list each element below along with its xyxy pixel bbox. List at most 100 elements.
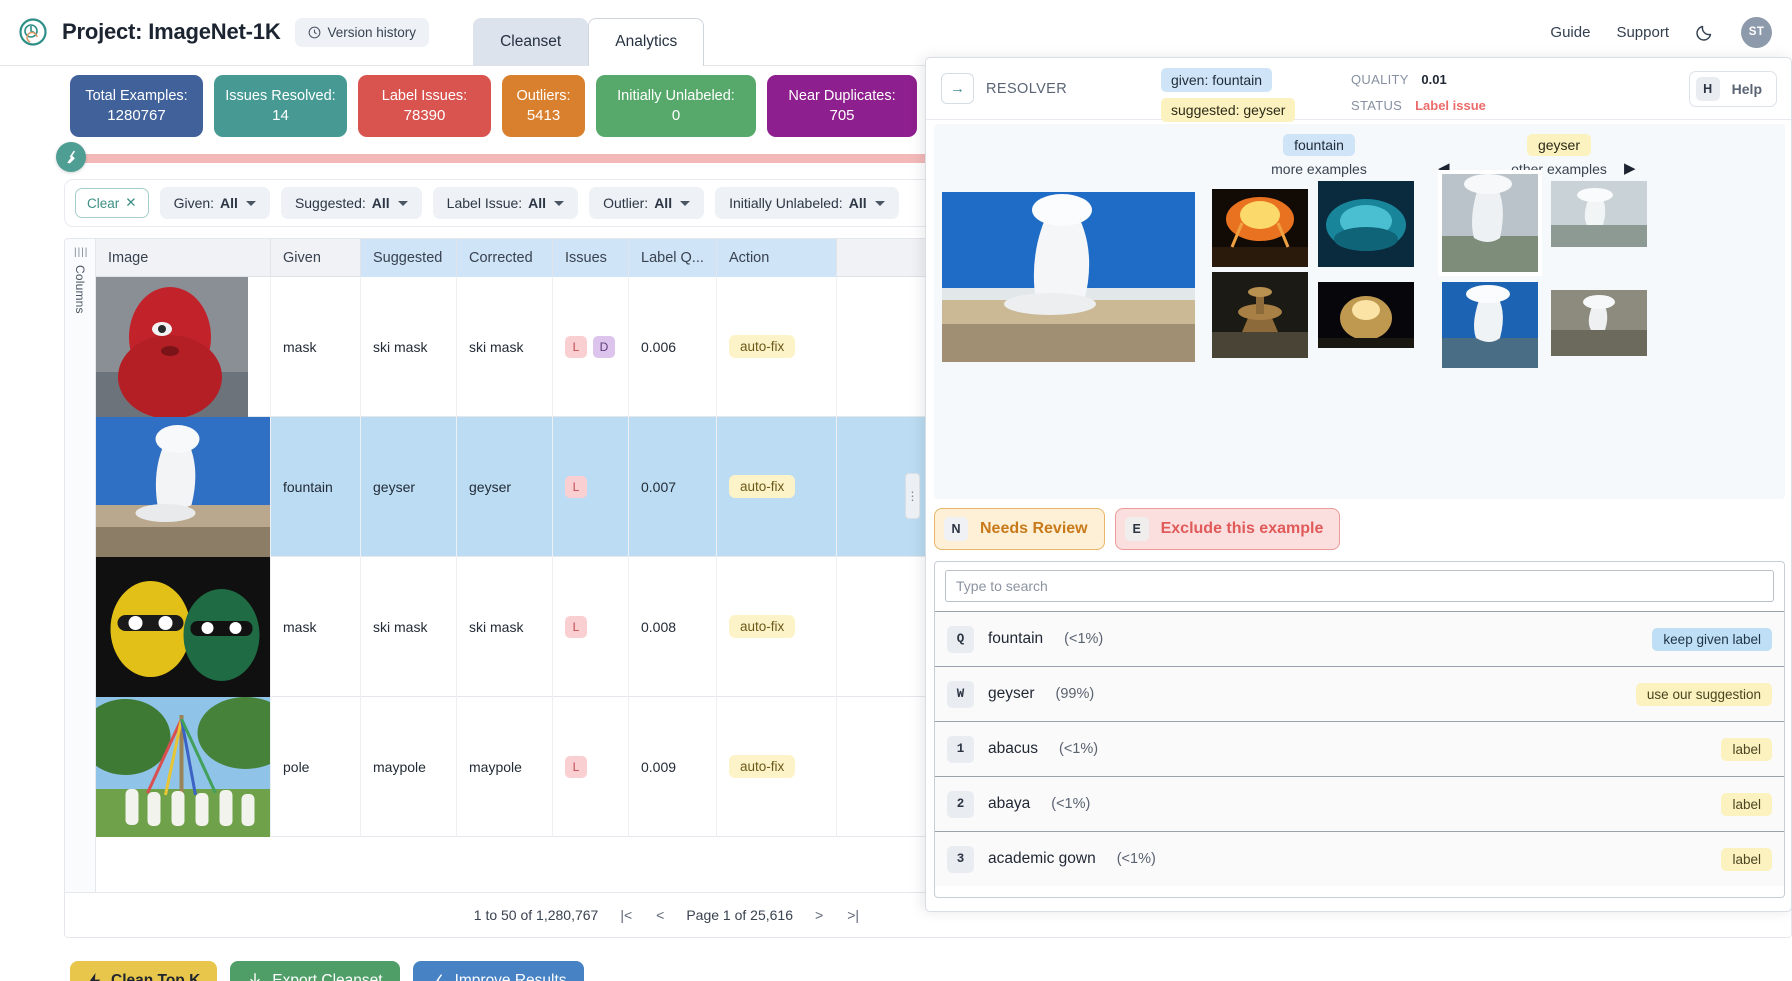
use-suggestion-tag[interactable]: use our suggestion <box>1636 683 1772 706</box>
thumbnail-geyser <box>96 417 270 557</box>
label-confidence: (<1%) <box>1064 631 1103 647</box>
gallery-thumb-geyser-2[interactable] <box>1551 181 1647 247</box>
auto-fix-button[interactable]: auto-fix <box>729 755 795 778</box>
guide-link[interactable]: Guide <box>1550 24 1590 41</box>
panel-resize-handle[interactable]: ⋮ <box>905 473 920 519</box>
label-name: academic gown <box>988 850 1096 868</box>
bolt-icon <box>87 973 102 981</box>
cell-issues: L <box>553 417 629 557</box>
search-container <box>935 562 1784 611</box>
broom-icon <box>430 973 446 981</box>
cell-corrected: geyser <box>457 417 553 557</box>
column-header-suggested[interactable]: Suggested <box>361 239 457 277</box>
list-item[interactable]: 1 abacus (<1%) label <box>935 721 1784 776</box>
filter-label-issue[interactable]: Label Issue: All <box>433 187 578 219</box>
gallery-given-chip: fountain <box>1283 134 1355 156</box>
gallery-thumb-fountain-1[interactable] <box>1212 189 1308 267</box>
gallery-suggested-chip: geyser <box>1527 134 1591 156</box>
gallery-thumb-fountain-3[interactable] <box>1212 272 1308 358</box>
version-history-button[interactable]: Version history <box>295 18 430 47</box>
cell-issues: L D <box>553 277 629 417</box>
cell-image <box>96 277 271 417</box>
stat-card-total-examples: Total Examples: 1280767 <box>70 75 203 137</box>
export-cleanset-button[interactable]: Export Cleanset <box>230 961 399 981</box>
triangle-right-icon[interactable]: ▶ <box>1624 159 1636 177</box>
label-confidence: (<1%) <box>1059 741 1098 757</box>
moon-icon[interactable] <box>1695 22 1715 42</box>
filter-initially-unlabeled[interactable]: Initially Unlabeled: All <box>715 187 899 219</box>
exclude-shortcut-key: E <box>1125 517 1149 541</box>
label-tag[interactable]: label <box>1721 793 1772 816</box>
top-bar-left: Project: ImageNet-1K Version history Cle… <box>0 0 704 65</box>
thumbnail-maypole <box>96 697 270 837</box>
top-bar-right: Guide Support ST <box>1550 0 1792 65</box>
clear-filters-button[interactable]: Clear ✕ <box>75 188 149 218</box>
gallery-thumb-geyser-4[interactable] <box>1551 290 1647 356</box>
column-header-given[interactable]: Given <box>271 239 361 277</box>
gallery-hero-image[interactable] <box>942 192 1195 362</box>
exclude-example-button[interactable]: E Exclude this example <box>1115 508 1341 550</box>
resolver-header: → RESOLVER given: fountain suggested: ge… <box>926 58 1791 120</box>
avatar[interactable]: ST <box>1741 17 1772 48</box>
chevron-down-icon <box>680 201 690 206</box>
auto-fix-button[interactable]: auto-fix <box>729 335 795 358</box>
label-tag[interactable]: label <box>1721 738 1772 761</box>
filter-given[interactable]: Given: All <box>160 187 270 219</box>
gallery-thumb-geyser-3[interactable] <box>1442 282 1538 368</box>
chevron-down-icon <box>554 201 564 206</box>
columns-label: Columns <box>73 265 87 314</box>
stat-card-label-issues: Label Issues: 78390 <box>358 75 491 137</box>
columns-toggle[interactable]: |||| Columns <box>65 239 96 894</box>
last-page-button[interactable]: >| <box>845 907 861 923</box>
next-page-button[interactable]: > <box>813 907 825 923</box>
arrow-right-icon[interactable]: → <box>941 73 974 104</box>
filter-suggested[interactable]: Suggested: All <box>281 187 422 219</box>
help-shortcut-key: H <box>1696 77 1720 101</box>
label-tag[interactable]: label <box>1721 848 1772 871</box>
auto-fix-button[interactable]: auto-fix <box>729 475 795 498</box>
thumbnail-red-ski-mask <box>96 277 248 417</box>
gallery-thumb-geyser-1[interactable] <box>1442 174 1538 272</box>
search-input[interactable] <box>945 570 1774 602</box>
help-label: Help <box>1732 81 1762 97</box>
list-item[interactable]: W geyser (99%) use our suggestion <box>935 666 1784 721</box>
gallery-thumb-fountain-2[interactable] <box>1318 181 1414 267</box>
filter-outlier[interactable]: Outlier: All <box>589 187 704 219</box>
help-button[interactable]: H Help <box>1689 71 1777 107</box>
gallery-thumb-fountain-4[interactable] <box>1318 282 1414 348</box>
first-page-button[interactable]: |< <box>618 907 634 923</box>
filter-value: All <box>654 195 672 211</box>
list-item[interactable]: 3 academic gown (<1%) label <box>935 831 1784 886</box>
column-header-action[interactable]: Action <box>717 239 837 277</box>
tab-cleanset[interactable]: Cleanset <box>473 18 588 66</box>
column-header-issues[interactable]: Issues <box>553 239 629 277</box>
tab-analytics[interactable]: Analytics <box>588 18 704 66</box>
cell-action: auto-fix <box>717 417 837 557</box>
improve-results-button[interactable]: Improve Results <box>413 961 584 981</box>
needs-review-button[interactable]: N Needs Review <box>934 508 1105 550</box>
filter-value: All <box>220 195 238 211</box>
clean-top-k-button[interactable]: Clean Top K <box>70 961 217 981</box>
list-item[interactable]: 2 abaya (<1%) label <box>935 776 1784 831</box>
label-name: abaya <box>988 795 1030 813</box>
cell-image <box>96 557 271 697</box>
column-header-corrected[interactable]: Corrected <box>457 239 553 277</box>
stat-card-outliers: Outliers: 5413 <box>502 75 585 137</box>
grip-icon: |||| <box>74 247 88 258</box>
auto-fix-button[interactable]: auto-fix <box>729 615 795 638</box>
quality-value: 0.01 <box>1421 72 1446 87</box>
issue-badge-label: L <box>565 336 587 358</box>
support-link[interactable]: Support <box>1616 24 1669 41</box>
column-header-label-quality[interactable]: Label Q... <box>629 239 717 277</box>
bottom-action-bar: Clean Top K Export Cleanset Improve Resu… <box>70 961 584 981</box>
filter-label: Initially Unlabeled: <box>729 195 843 211</box>
cell-action: auto-fix <box>717 697 837 837</box>
label-name: geyser <box>988 685 1035 703</box>
chevron-down-icon <box>398 201 408 206</box>
keep-given-label-tag[interactable]: keep given label <box>1652 628 1772 651</box>
resolver-title: RESOLVER <box>986 81 1067 97</box>
status-row: STATUS Label issue <box>1351 98 1486 113</box>
column-header-image[interactable]: Image <box>96 239 271 277</box>
list-item[interactable]: Q fountain (<1%) keep given label <box>935 611 1784 666</box>
prev-page-button[interactable]: < <box>654 907 666 923</box>
